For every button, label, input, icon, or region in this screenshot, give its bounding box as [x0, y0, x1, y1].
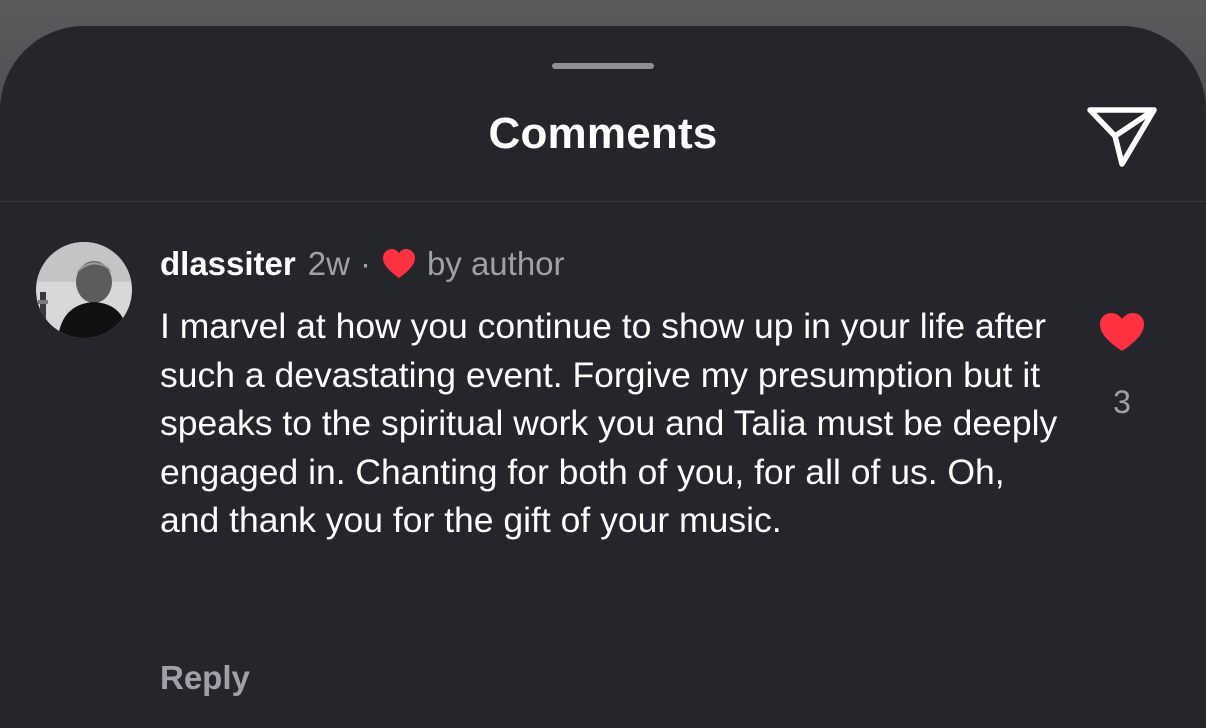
- send-icon[interactable]: [1084, 100, 1162, 172]
- comments-sheet: Comments dlassiter 2w · by author I marv…: [0, 26, 1206, 728]
- reply-button[interactable]: Reply: [160, 658, 250, 698]
- like-heart-icon[interactable]: [1097, 310, 1147, 354]
- comment-meta: dlassiter 2w · by author: [160, 244, 565, 284]
- meta-separator: ·: [359, 245, 371, 282]
- drag-handle[interactable]: [552, 63, 654, 69]
- like-count: 3: [1113, 384, 1131, 420]
- avatar[interactable]: [36, 242, 132, 338]
- page-title: Comments: [488, 109, 718, 158]
- comment-text: I marvel at how you continue to show up …: [160, 306, 1058, 540]
- liked-by-author-label: by author: [426, 245, 565, 282]
- heart-icon: [381, 247, 417, 281]
- username[interactable]: dlassiter: [160, 244, 296, 284]
- header-divider: [0, 201, 1206, 202]
- comment-time: 2w: [307, 245, 350, 282]
